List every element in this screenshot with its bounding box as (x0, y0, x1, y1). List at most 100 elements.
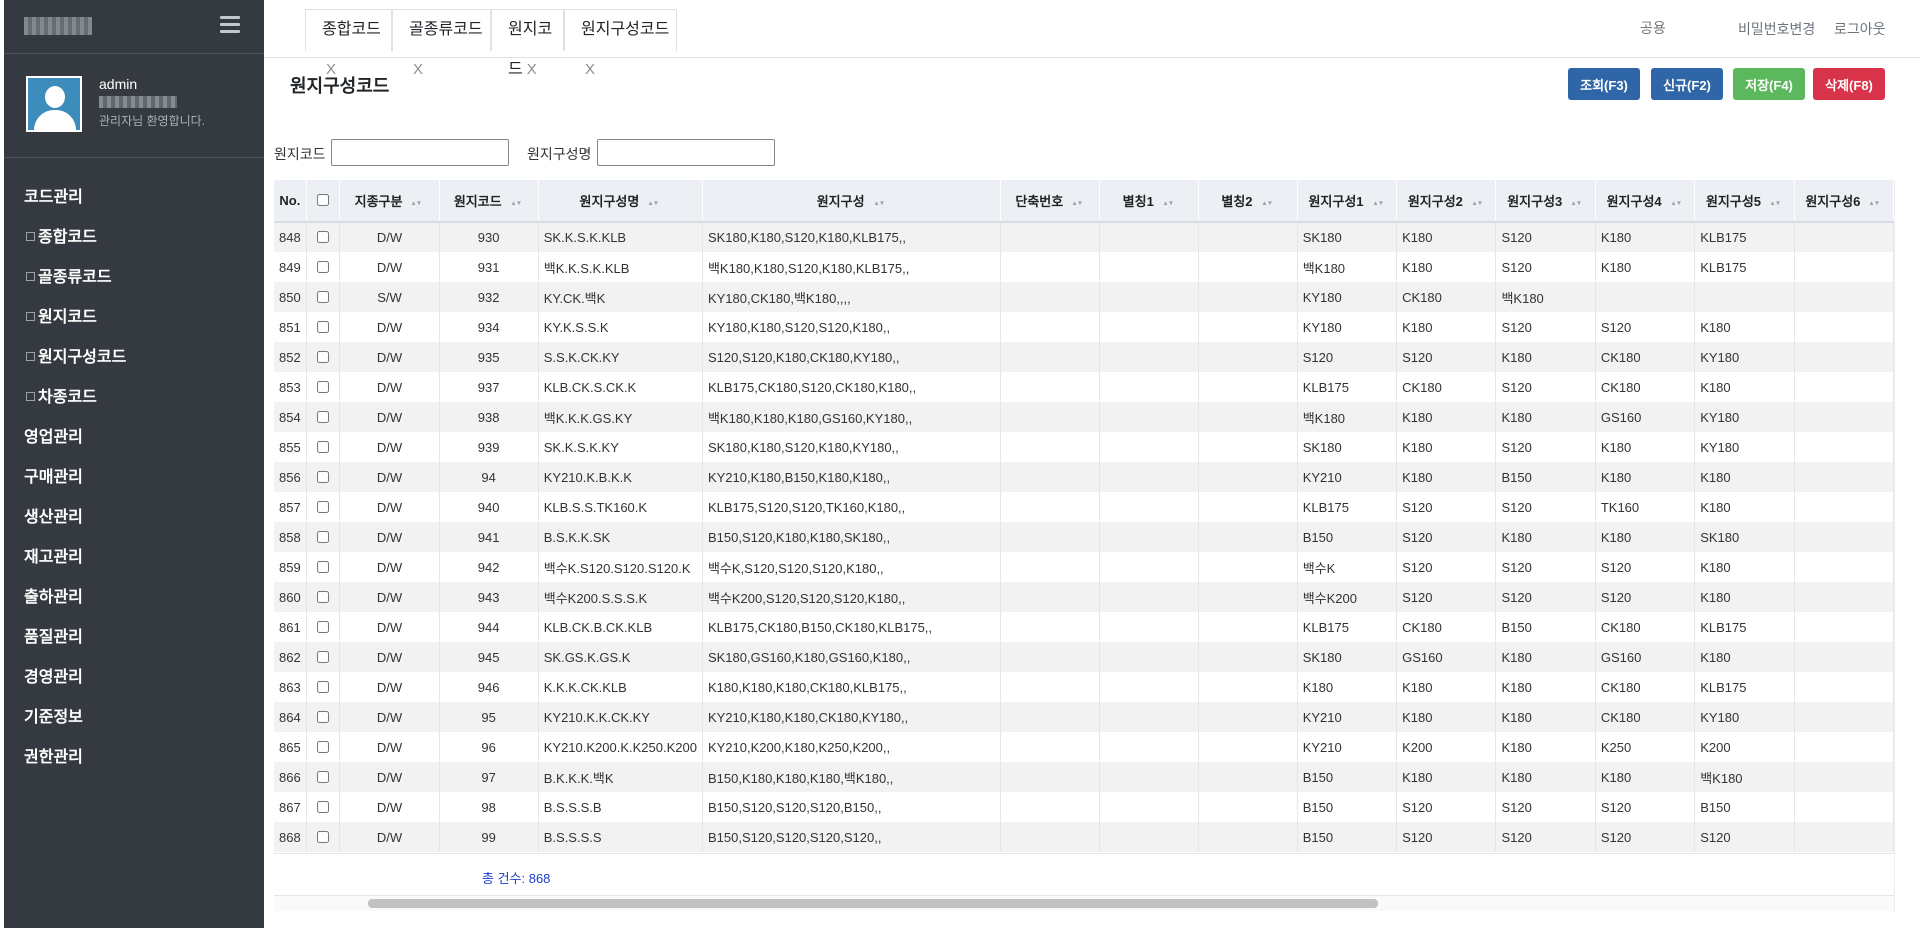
table-cell[interactable]: CK180 (1396, 282, 1497, 312)
table-row[interactable]: 862 D/W 945 SK.GS.K.GS.K SK180,GS160,K180,GS… (274, 642, 1894, 672)
table-cell[interactable] (1794, 342, 1894, 372)
table-cell[interactable] (306, 822, 341, 852)
table-cell[interactable]: D/W (339, 642, 440, 672)
brand-logo[interactable] (24, 17, 92, 35)
table-cell[interactable] (1794, 672, 1894, 702)
column-header-10[interactable]: 원지구성2 ▲▼ (1396, 180, 1497, 223)
table-cell[interactable]: 856 (274, 462, 307, 492)
table-cell[interactable] (1794, 372, 1894, 402)
table-cell[interactable] (1198, 252, 1298, 282)
table-cell[interactable]: K180 (1396, 762, 1497, 792)
table-cell[interactable]: B150 (1495, 612, 1596, 642)
table-cell[interactable]: S120 (1595, 552, 1696, 582)
sort-icon[interactable]: ▲▼ (648, 200, 660, 207)
column-header-13[interactable]: 원지구성5 ▲▼ (1694, 180, 1795, 223)
table-cell[interactable]: D/W (339, 762, 440, 792)
table-cell[interactable]: B150 (1297, 792, 1398, 822)
table-cell[interactable] (1198, 432, 1298, 462)
tab-paper-composition-code[interactable]: 원지구성코드 X (564, 9, 677, 78)
table-cell[interactable] (1794, 402, 1894, 432)
table-cell[interactable] (306, 342, 341, 372)
table-row[interactable]: 848 D/W 930 SK.K.S.K.KLB SK180,K180,S120,K18… (274, 222, 1894, 252)
table-cell[interactable]: SK180 (1297, 642, 1398, 672)
sidebar-item-5[interactable]: 차종코드 (4, 378, 264, 418)
table-cell[interactable]: S120 (1495, 792, 1596, 822)
table-cell[interactable]: GS160 (1396, 642, 1497, 672)
sidebar-item-8[interactable]: 생산관리 (4, 498, 264, 538)
table-cell[interactable]: KY210,K180,B150,K180,K180,, (702, 462, 1002, 492)
table-cell[interactable]: CK180 (1396, 612, 1497, 642)
sidebar-item-12[interactable]: 경영관리 (4, 658, 264, 698)
sidebar-item-1[interactable]: 종합코드 (4, 218, 264, 258)
table-cell[interactable]: K180 (1495, 342, 1596, 372)
table-cell[interactable]: K180 (1495, 522, 1596, 552)
table-cell[interactable] (306, 312, 341, 342)
save-button[interactable]: 저장(F4) (1733, 68, 1805, 100)
table-cell[interactable]: S120 (1396, 552, 1497, 582)
table-cell[interactable]: 942 (439, 552, 539, 582)
table-cell[interactable]: D/W (339, 792, 440, 822)
sidebar-item-2[interactable]: 골종류코드 (4, 258, 264, 298)
table-cell[interactable]: D/W (339, 612, 440, 642)
table-cell[interactable]: B150 (1297, 822, 1398, 852)
table-cell[interactable] (1099, 822, 1200, 852)
table-cell[interactable]: 863 (274, 672, 307, 702)
table-cell[interactable] (306, 552, 341, 582)
table-cell[interactable]: TK160 (1595, 492, 1696, 522)
table-cell[interactable]: S120 (1495, 492, 1596, 522)
table-cell[interactable]: 백K180,K180,S120,K180,KLB175,, (702, 252, 1002, 282)
table-cell[interactable] (1099, 702, 1200, 732)
table-cell[interactable]: K180 (1396, 222, 1497, 252)
sort-icon[interactable]: ▲▼ (1769, 200, 1781, 207)
row-checkbox[interactable] (317, 231, 330, 243)
table-cell[interactable] (306, 372, 341, 402)
table-cell[interactable] (1694, 282, 1795, 312)
table-cell[interactable]: K180 (1595, 522, 1696, 552)
table-cell[interactable]: K180 (1694, 492, 1795, 522)
sidebar-item-10[interactable]: 출하관리 (4, 578, 264, 618)
column-header-1[interactable] (306, 180, 341, 223)
row-checkbox[interactable] (317, 410, 330, 423)
table-cell[interactable] (1099, 402, 1200, 432)
sort-icon[interactable]: ▲▼ (1869, 200, 1881, 207)
sort-icon[interactable]: ▲▼ (1471, 200, 1483, 207)
table-cell[interactable]: CK180 (1595, 372, 1696, 402)
table-cell[interactable]: S120 (1396, 582, 1497, 612)
sidebar-item-14[interactable]: 권한관리 (4, 738, 264, 778)
table-row[interactable]: 867 D/W 98 B.S.S.S.B B150,S120,S120,S120,B15… (274, 792, 1894, 822)
table-row[interactable]: 854 D/W 938 백K.K.K.GS.KY 백K180,K180,K180,GS1… (274, 402, 1894, 432)
table-cell[interactable]: 850 (274, 282, 307, 312)
table-cell[interactable]: K180 (1495, 402, 1596, 432)
table-cell[interactable]: SK180 (1694, 522, 1795, 552)
table-cell[interactable] (1099, 282, 1200, 312)
table-cell[interactable] (1794, 282, 1894, 312)
row-checkbox[interactable] (317, 590, 330, 603)
sort-icon[interactable]: ▲▼ (1670, 200, 1682, 207)
table-cell[interactable] (1794, 312, 1894, 342)
table-cell[interactable]: K200 (1694, 732, 1795, 762)
table-row[interactable]: 853 D/W 937 KLB.CK.S.CK.K KLB175,CK180,S120,… (274, 372, 1894, 402)
table-cell[interactable]: D/W (339, 342, 440, 372)
sort-icon[interactable]: ▲▼ (411, 200, 423, 207)
new-button[interactable]: 신규(F2) (1651, 68, 1723, 100)
table-cell[interactable] (1198, 792, 1298, 822)
row-checkbox[interactable] (317, 530, 330, 543)
table-cell[interactable]: S120,S120,K180,CK180,KY180,, (702, 342, 1002, 372)
table-cell[interactable]: KLB175 (1694, 672, 1795, 702)
table-cell[interactable]: 851 (274, 312, 307, 342)
table-cell[interactable] (1000, 342, 1101, 372)
table-cell[interactable]: KY210 (1297, 462, 1398, 492)
column-header-9[interactable]: 원지구성1 ▲▼ (1297, 180, 1398, 223)
table-cell[interactable]: 946 (439, 672, 539, 702)
hamburger-icon[interactable] (220, 16, 240, 36)
table-cell[interactable]: CK180 (1595, 342, 1696, 372)
table-cell[interactable] (1000, 762, 1101, 792)
table-cell[interactable] (306, 732, 341, 762)
table-cell[interactable]: D/W (339, 432, 440, 462)
table-cell[interactable]: S120 (1396, 342, 1497, 372)
change-password-link[interactable]: 비밀번호변경 (1738, 19, 1815, 39)
row-checkbox[interactable] (317, 440, 330, 453)
table-cell[interactable]: K180 (1694, 642, 1795, 672)
query-button[interactable]: 조회(F3) (1568, 68, 1640, 100)
table-row[interactable]: 865 D/W 96 KY210.K200.K.K250.K200 KY210,K200… (274, 732, 1894, 762)
